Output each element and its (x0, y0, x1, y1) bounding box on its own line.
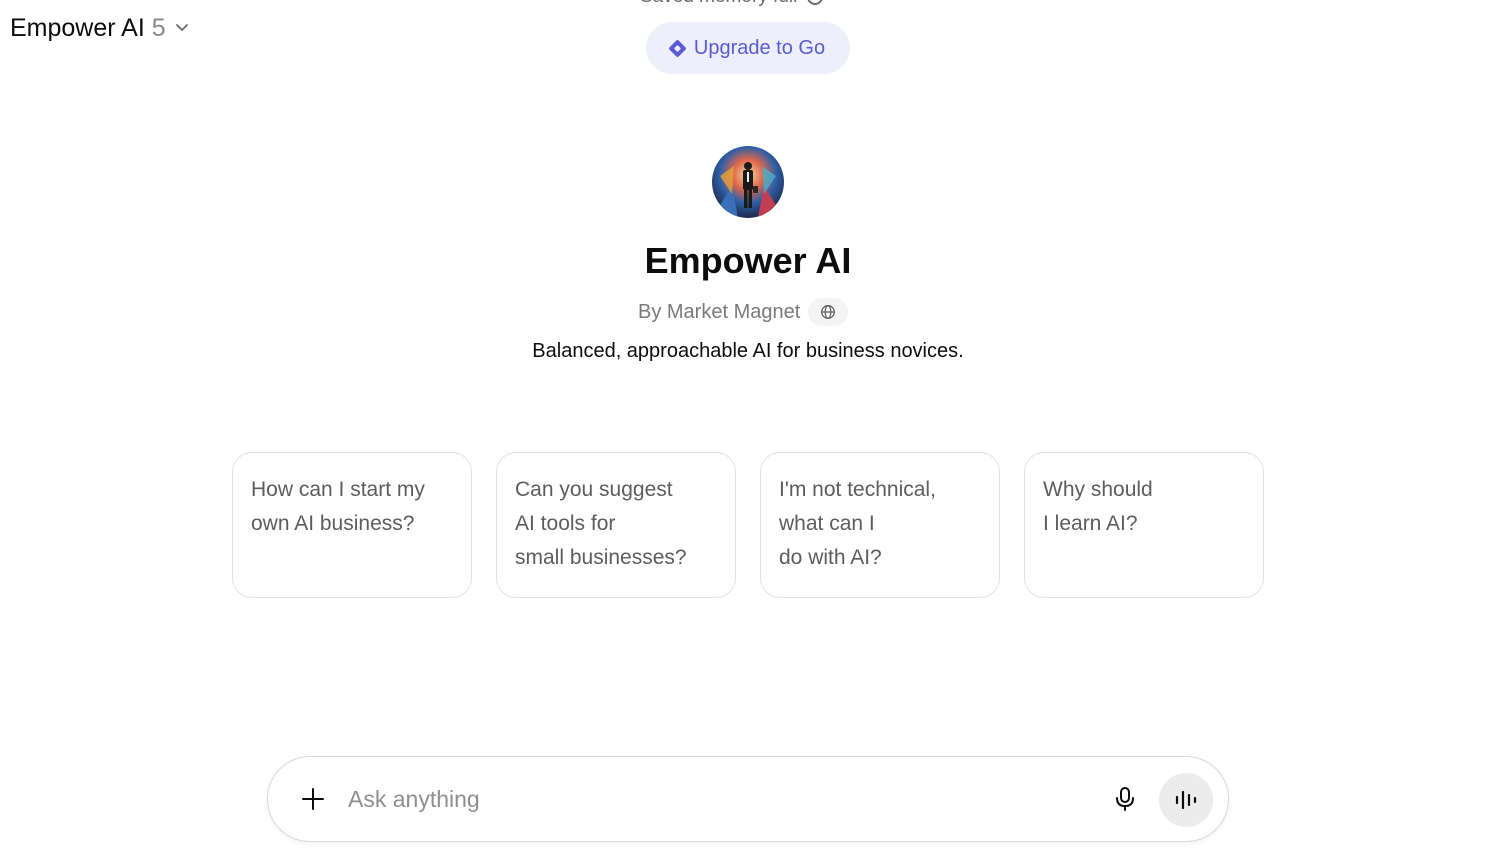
gpt-title: Empower AI (644, 240, 852, 281)
starter-line: AI tools for (515, 512, 616, 535)
upgrade-label: Upgrade to Go (693, 36, 826, 59)
starter-line: small businesses? (515, 546, 687, 569)
model-version: 5 (151, 13, 166, 42)
voice-mode-button[interactable] (1159, 773, 1213, 827)
creator-website-link[interactable] (808, 298, 849, 326)
gpt-description: Balanced, approachable AI for business n… (532, 340, 964, 362)
starter-card[interactable]: I'm not technical, what can I do with AI… (760, 452, 1000, 598)
starter-card[interactable]: How can I start my own AI business? (232, 452, 472, 598)
starter-line: How can I start my (251, 478, 425, 501)
voice-waveform-icon (1175, 790, 1197, 810)
conversation-starters: How can I start my own AI business? Can … (232, 452, 1264, 598)
memory-banner-text: Saved memory full (640, 0, 797, 8)
message-composer (267, 756, 1229, 842)
diamond-icon (668, 38, 687, 58)
chat-input[interactable] (348, 779, 1088, 819)
byline-text: By Market Magnet (638, 300, 801, 323)
memory-full-banner[interactable]: Saved memory full (640, 0, 824, 8)
starter-line: Can you suggest (515, 478, 673, 501)
starter-line: own AI business? (251, 512, 415, 535)
info-icon (807, 0, 824, 5)
add-attachment-button[interactable] (292, 778, 334, 820)
starter-card[interactable]: Can you suggest AI tools for small busin… (496, 452, 736, 598)
microphone-icon (1116, 787, 1134, 811)
dictate-button[interactable] (1104, 778, 1146, 820)
upgrade-button[interactable]: Upgrade to Go (646, 22, 850, 74)
starter-card[interactable]: Why should I learn AI? (1024, 452, 1264, 598)
starter-line: I learn AI? (1043, 512, 1138, 535)
chat-page: Empower AI 5 Saved memory full Upgrade t… (0, 0, 1512, 857)
globe-icon (821, 305, 836, 319)
starter-line: do with AI? (779, 546, 882, 569)
chevron-down-icon (175, 24, 188, 31)
model-selector[interactable]: Empower AI 5 (10, 10, 190, 46)
plus-icon (302, 788, 324, 810)
gpt-avatar (712, 146, 784, 218)
gpt-byline: By Market Magnet (638, 297, 849, 327)
starter-line: what can I (779, 512, 875, 535)
starter-line: Why should (1043, 478, 1153, 501)
model-name: Empower AI (10, 13, 145, 42)
starter-line: I'm not technical, (779, 478, 936, 501)
